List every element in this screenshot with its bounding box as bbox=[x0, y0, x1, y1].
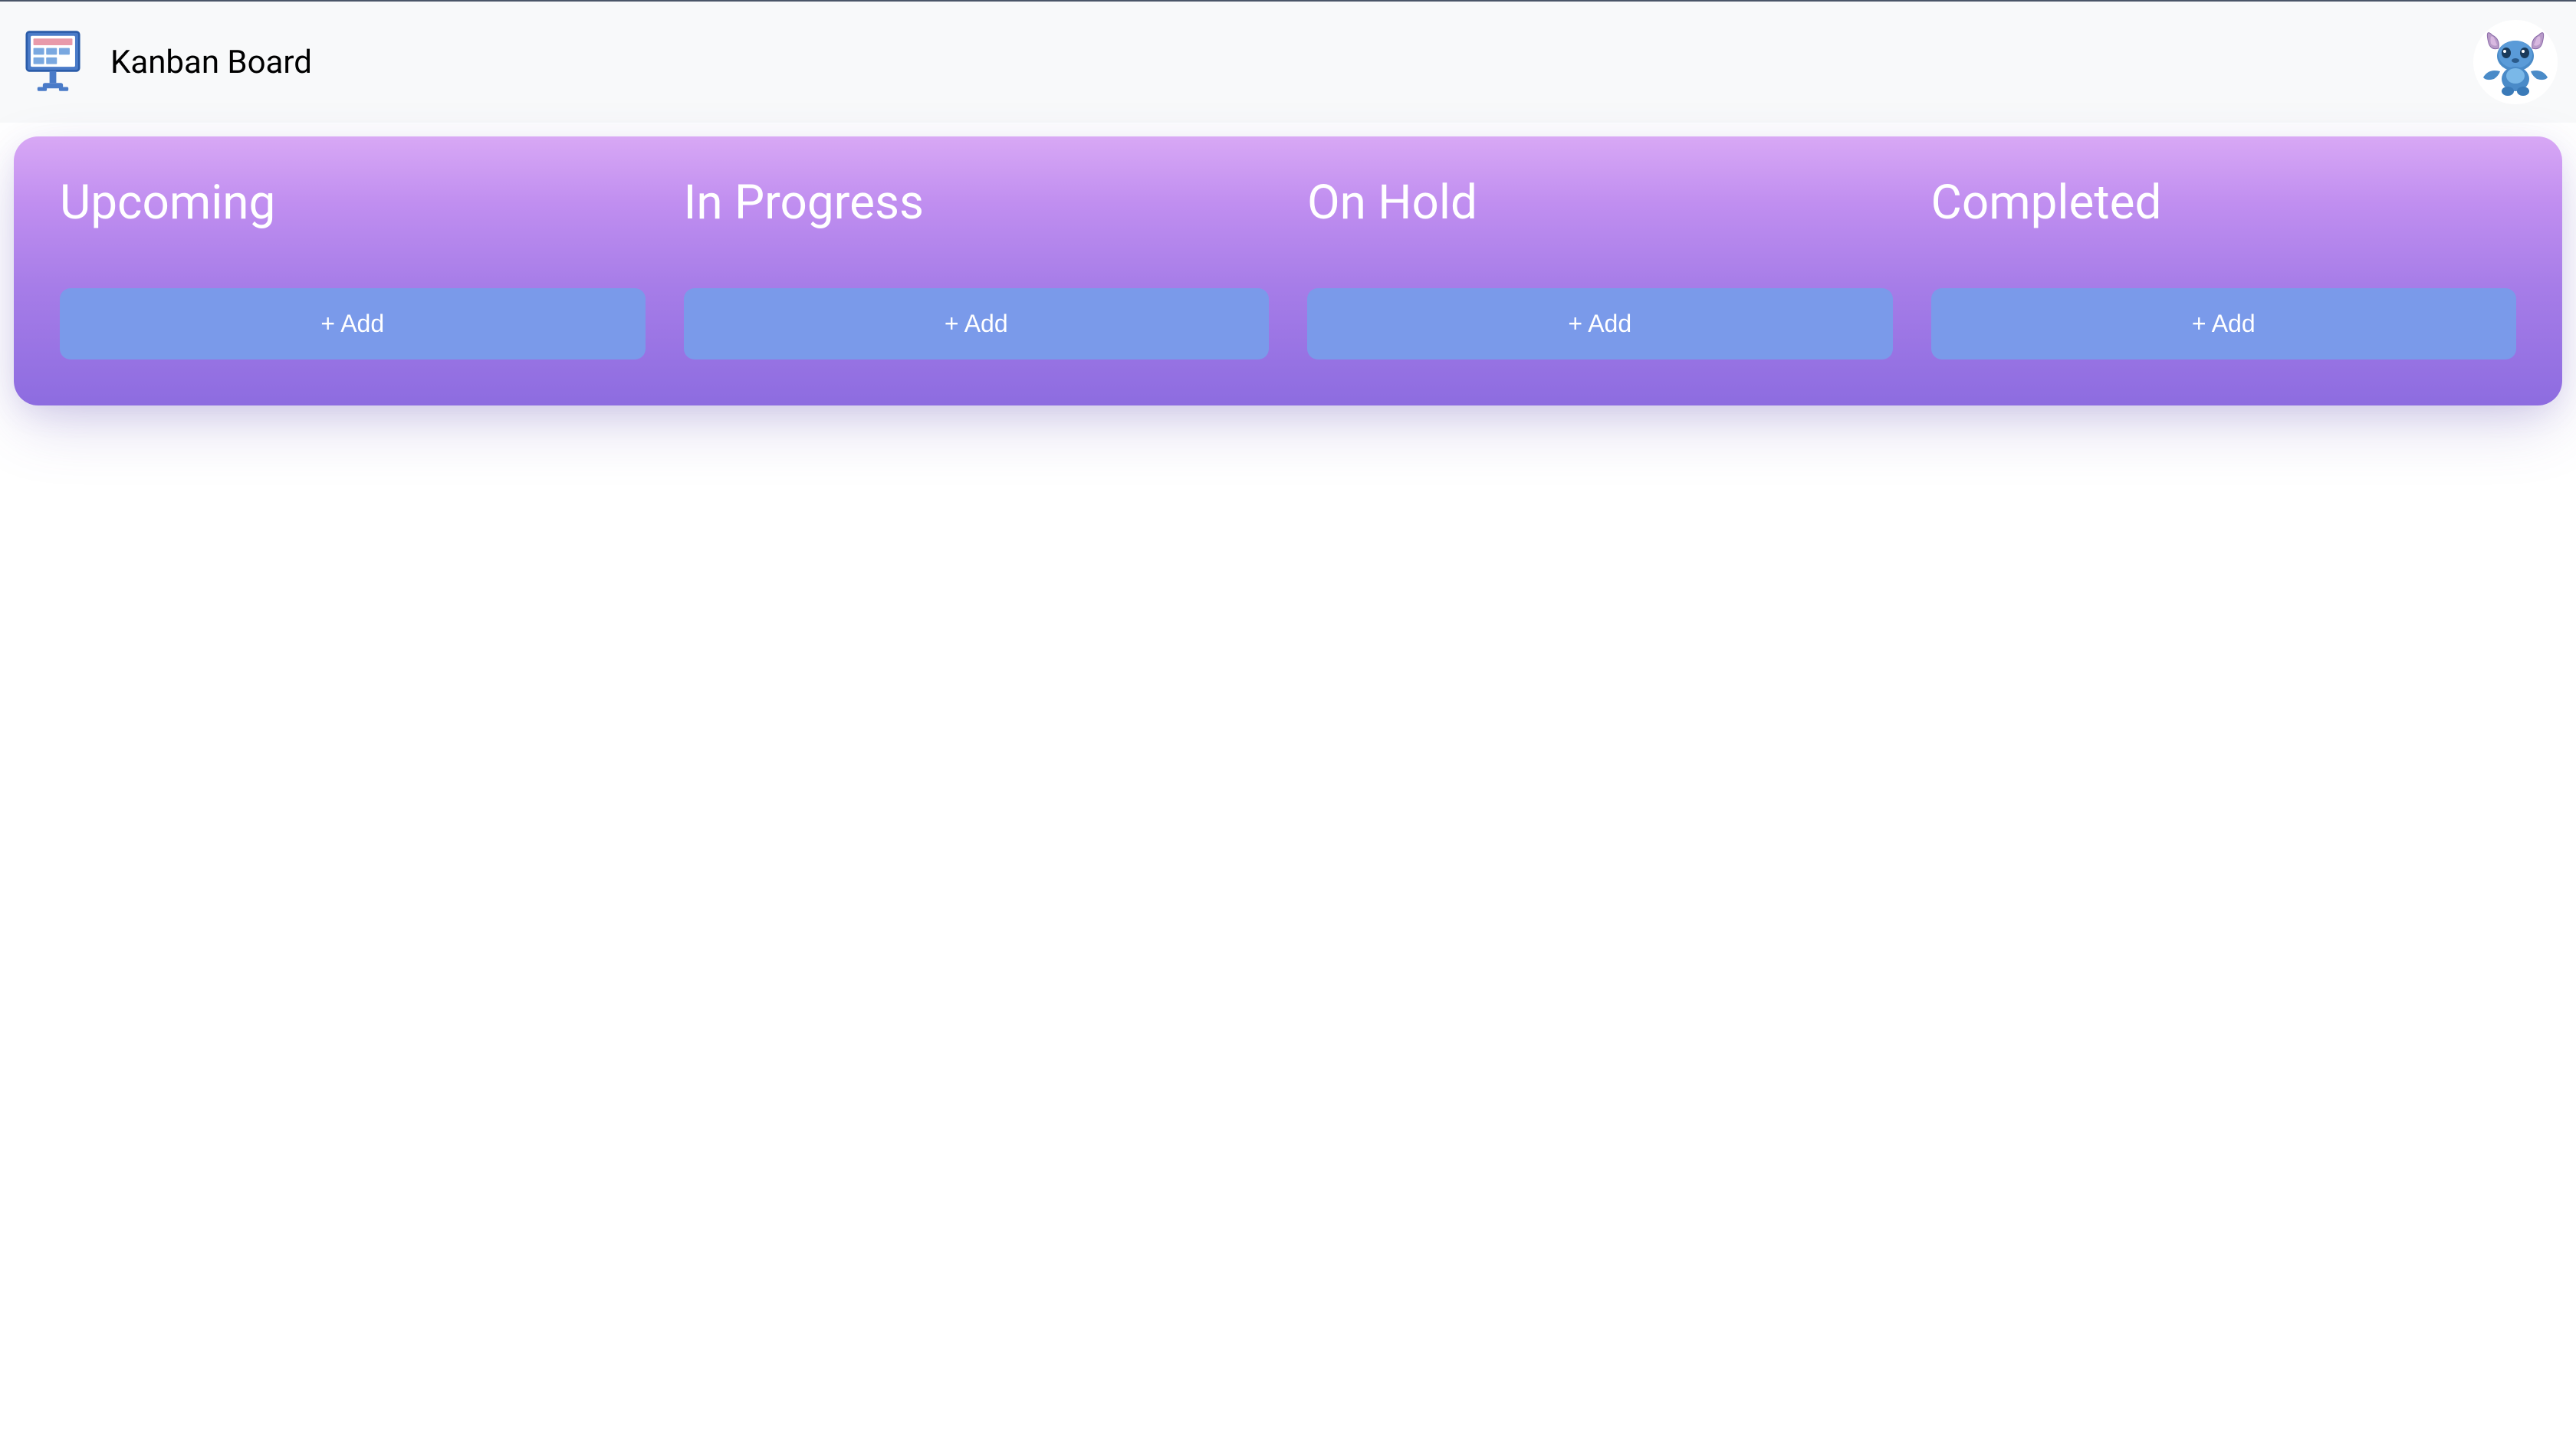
column-title: Upcoming bbox=[60, 175, 646, 231]
kanban-board: Upcoming + Add In Progress + Add On Hold… bbox=[14, 136, 2562, 405]
add-button-upcoming[interactable]: + Add bbox=[60, 288, 646, 359]
header: Kanban Board bbox=[0, 0, 2576, 123]
board-container: Upcoming + Add In Progress + Add On Hold… bbox=[0, 123, 2576, 419]
column-title: Completed bbox=[1931, 175, 2517, 231]
user-avatar[interactable] bbox=[2473, 20, 2558, 104]
header-left: Kanban Board bbox=[18, 28, 312, 97]
column-in-progress: In Progress + Add bbox=[684, 175, 1270, 359]
column-title: In Progress bbox=[684, 175, 1270, 231]
add-button-completed[interactable]: + Add bbox=[1931, 288, 2517, 359]
column-upcoming: Upcoming + Add bbox=[60, 175, 646, 359]
column-on-hold: On Hold + Add bbox=[1307, 175, 1893, 359]
column-title: On Hold bbox=[1307, 175, 1893, 231]
add-button-on-hold[interactable]: + Add bbox=[1307, 288, 1893, 359]
kanban-board-icon bbox=[18, 28, 87, 97]
app-title: Kanban Board bbox=[110, 44, 312, 81]
add-button-in-progress[interactable]: + Add bbox=[684, 288, 1270, 359]
column-completed: Completed + Add bbox=[1931, 175, 2517, 359]
